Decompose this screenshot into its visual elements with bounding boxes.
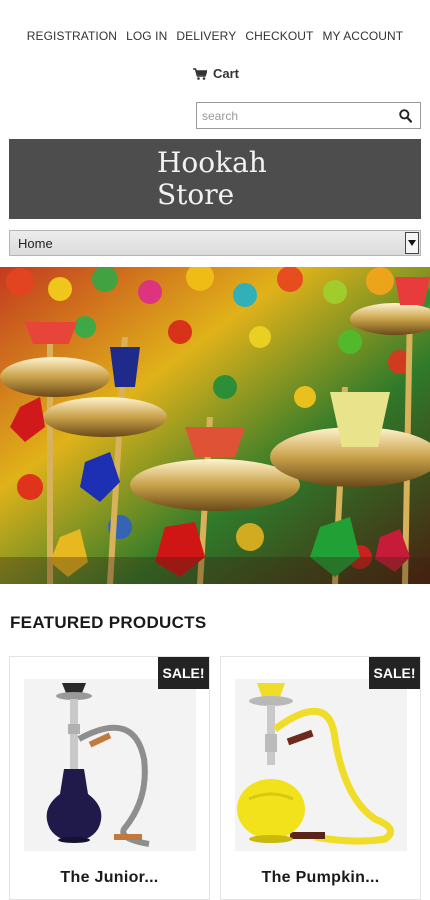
- navigation-select[interactable]: Home: [9, 230, 421, 256]
- cart-link[interactable]: Cart: [193, 66, 239, 81]
- cart-label: Cart: [213, 66, 240, 81]
- hookah-junior-image: [24, 679, 196, 851]
- logo-line-1: Hookah: [157, 146, 267, 179]
- search-icon[interactable]: [399, 109, 412, 123]
- top-navigation: REGISTRATION LOG IN DELIVERY CHECKOUT MY…: [0, 29, 430, 43]
- featured-products-heading: FEATURED PRODUCTS: [10, 613, 207, 632]
- product-image[interactable]: [24, 679, 196, 851]
- search-input[interactable]: [202, 107, 392, 125]
- nav-registration-link[interactable]: REGISTRATION: [27, 29, 117, 43]
- sale-badge: SALE!: [369, 657, 420, 689]
- hookahs-image: [0, 267, 430, 584]
- sale-badge: SALE!: [158, 657, 209, 689]
- product-image[interactable]: [235, 679, 407, 851]
- logo-line-2: Store: [157, 178, 235, 211]
- navigation-select-value: Home: [18, 236, 53, 251]
- cart-icon: [193, 67, 207, 80]
- search-box: [196, 102, 421, 129]
- logo-text: Hookah Store: [157, 147, 267, 211]
- chevron-down-icon: [405, 232, 419, 254]
- hero-banner[interactable]: [0, 267, 430, 584]
- nav-login-link[interactable]: LOG IN: [126, 29, 167, 43]
- hookah-pumpkin-image: [235, 679, 407, 851]
- product-card[interactable]: SALE! The Junior...: [9, 656, 210, 900]
- nav-my-account-link[interactable]: MY ACCOUNT: [322, 29, 403, 43]
- product-card[interactable]: SALE! The Pumpkin...: [220, 656, 421, 900]
- product-name[interactable]: The Junior...: [10, 869, 209, 887]
- nav-delivery-link[interactable]: DELIVERY: [176, 29, 236, 43]
- nav-checkout-link[interactable]: CHECKOUT: [245, 29, 313, 43]
- product-name[interactable]: The Pumpkin...: [221, 869, 420, 887]
- store-logo[interactable]: Hookah Store: [9, 139, 421, 219]
